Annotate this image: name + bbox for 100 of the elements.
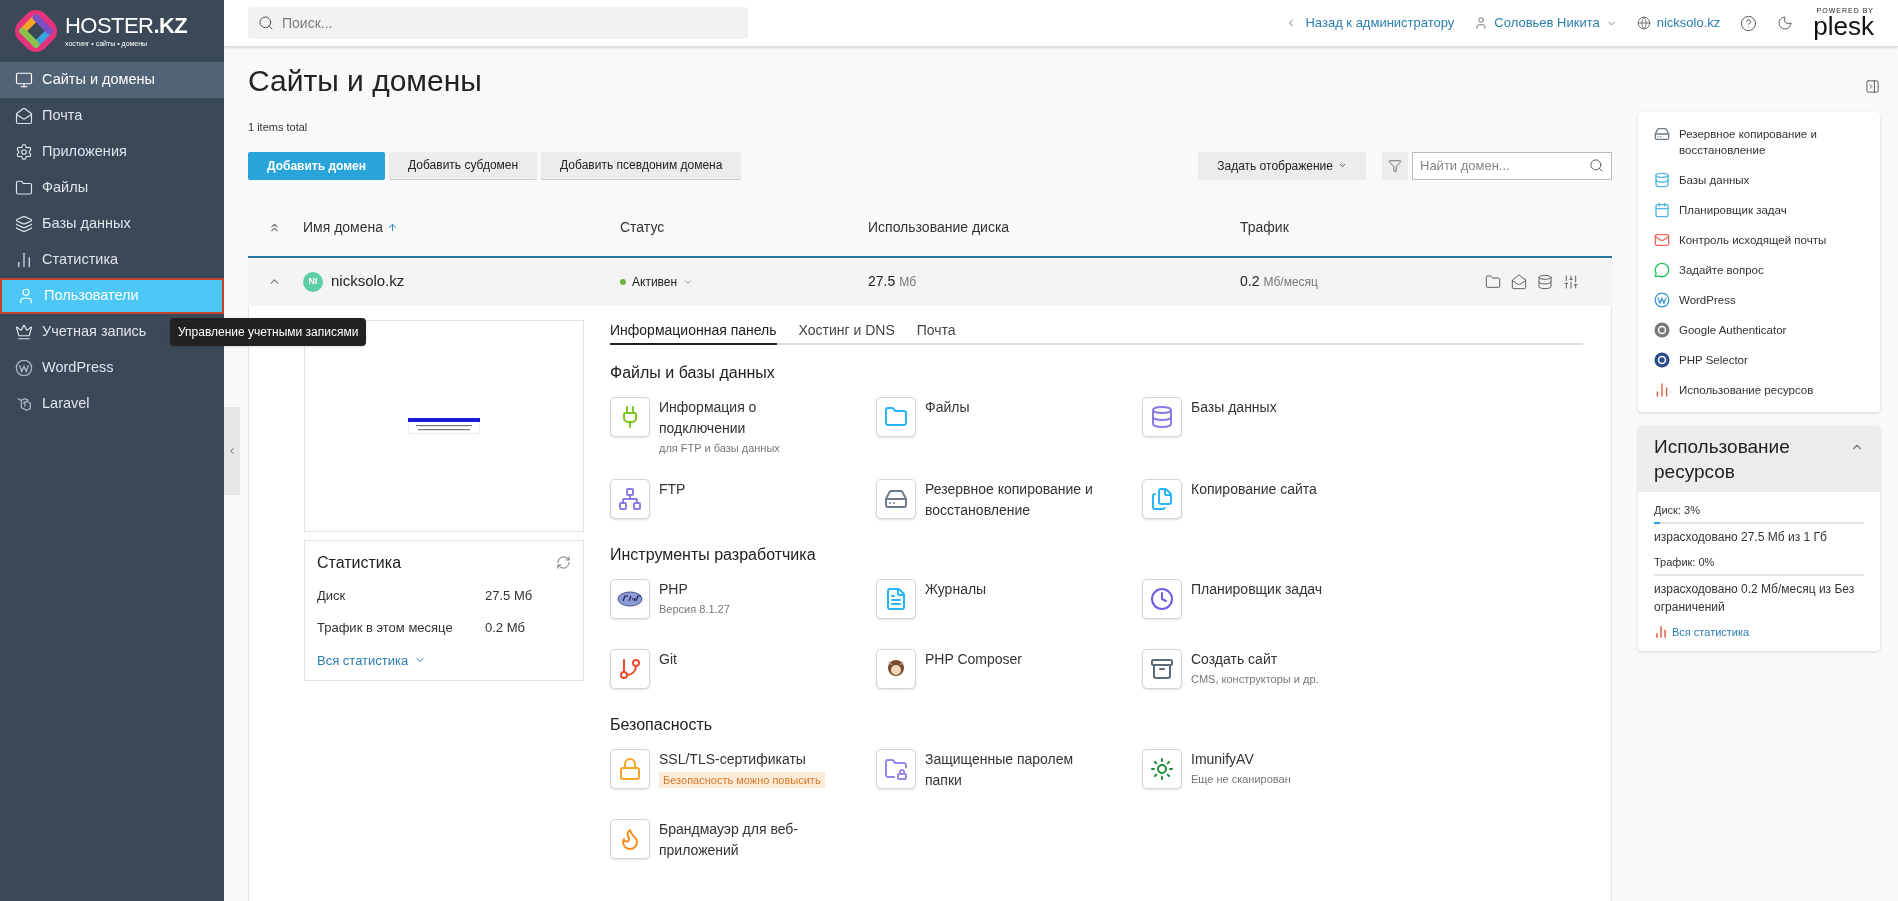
- folder-icon[interactable]: [1485, 273, 1501, 290]
- quick-link[interactable]: Задайте вопрос: [1679, 262, 1764, 278]
- tool-note: CMS, конструкторы и др.: [1191, 671, 1319, 687]
- tool-tile[interactable]: [610, 648, 650, 689]
- stat-value: 27.5 Мб: [485, 586, 533, 605]
- tool-link[interactable]: Брандмауэр для веб-приложений: [659, 818, 844, 861]
- tool-tile[interactable]: [876, 578, 916, 619]
- tooltip: Управление учетными записями: [170, 318, 367, 346]
- column-header[interactable]: Статус: [620, 217, 868, 238]
- moon-icon[interactable]: [1777, 15, 1794, 31]
- user-icon: [1474, 16, 1489, 30]
- sort-arrow-icon: [387, 222, 399, 233]
- quick-link[interactable]: Резервное копирование и восстановление: [1679, 126, 1864, 158]
- filter-button[interactable]: [1382, 151, 1408, 180]
- sidebar-item[interactable]: Учетная запись: [0, 314, 157, 350]
- quick-link[interactable]: WordPress: [1679, 292, 1736, 308]
- domain-search-field[interactable]: Найти домен...: [1420, 155, 1589, 176]
- tool-link[interactable]: Информация о подключении: [659, 396, 844, 439]
- sidebar-item[interactable]: Приложения: [0, 134, 137, 170]
- domain-link[interactable]: nicksolo.kz: [331, 270, 405, 293]
- tool-tile[interactable]: [876, 396, 916, 437]
- clock-icon: [1150, 586, 1174, 611]
- php-circle-icon: [1654, 352, 1670, 368]
- tab[interactable]: Почта: [916, 319, 956, 345]
- sidebar-item[interactable]: Сайты и домены: [0, 62, 224, 98]
- tool-link[interactable]: PHP Composer: [925, 648, 1022, 670]
- quick-link[interactable]: PHP Selector: [1679, 352, 1748, 368]
- calendar-icon: [1654, 202, 1670, 218]
- domain-search-box[interactable]: Найти домен...: [1412, 151, 1612, 180]
- refresh-icon[interactable]: [556, 555, 571, 570]
- card-title: Использование ресурсов: [1654, 435, 1791, 484]
- tool-tile[interactable]: [610, 478, 650, 519]
- tool-tile[interactable]: [1142, 748, 1182, 789]
- tool-link[interactable]: Копирование сайта: [1191, 478, 1317, 500]
- search-field[interactable]: Поиск...: [282, 12, 738, 34]
- quick-link[interactable]: Планировщик задач: [1679, 202, 1787, 218]
- sidebar-item[interactable]: Базы данных: [0, 206, 141, 242]
- quick-link[interactable]: Использование ресурсов: [1679, 382, 1814, 398]
- folder-icon: [15, 179, 33, 197]
- help-icon[interactable]: [1740, 14, 1758, 32]
- tool-tile[interactable]: [1142, 578, 1182, 619]
- tab[interactable]: Информационная панель: [610, 319, 777, 345]
- collapse-all-icon[interactable]: [268, 221, 281, 234]
- tool-tile[interactable]: [610, 396, 650, 437]
- toolbar-button[interactable]: Добавить субдомен: [389, 151, 538, 180]
- tool-link[interactable]: Планировщик задач: [1191, 578, 1323, 600]
- quick-link[interactable]: Контроль исходящей почты: [1679, 232, 1827, 248]
- sliders-icon[interactable]: [1563, 273, 1579, 290]
- tool-link[interactable]: Резервное копирование и восстановление: [925, 478, 1110, 521]
- quick-link[interactable]: Google Authenticator: [1679, 322, 1787, 338]
- unit-label: Мб/месяц: [1263, 274, 1318, 291]
- tool-link[interactable]: Файлы: [925, 396, 970, 418]
- tool-link[interactable]: Защищенные паролем папки: [925, 748, 1110, 791]
- tool-tile[interactable]: [876, 648, 916, 689]
- sidebar-item[interactable]: Статистика: [0, 242, 129, 278]
- database-icon: [1654, 172, 1670, 188]
- tool-link[interactable]: Создать сайт: [1191, 648, 1319, 670]
- column-header[interactable]: Использование диска: [868, 217, 1240, 238]
- tool-link[interactable]: Базы данных: [1191, 396, 1277, 418]
- tool-link[interactable]: FTP: [659, 478, 686, 500]
- tool-tile[interactable]: [1142, 478, 1182, 519]
- tool-tile[interactable]: [876, 478, 916, 519]
- sidebar-item[interactable]: Почта: [0, 98, 93, 134]
- all-statistics-link[interactable]: Вся статистика: [317, 650, 571, 670]
- sidebar-item[interactable]: WordPress: [0, 350, 124, 386]
- view-dropdown[interactable]: Задать отображение: [1198, 151, 1366, 180]
- tool-tile[interactable]: [610, 748, 650, 789]
- tool-tile[interactable]: [1142, 648, 1182, 689]
- database-icon[interactable]: [1537, 273, 1553, 290]
- tool-link[interactable]: SSL/TLS-сертификаты: [659, 748, 825, 770]
- sidebar-item[interactable]: Файлы: [0, 170, 99, 206]
- envelope-icon[interactable]: [1511, 273, 1527, 290]
- panel-toggle-icon[interactable]: [1865, 79, 1880, 94]
- quick-link[interactable]: Базы данных: [1679, 172, 1750, 188]
- tool-link[interactable]: Git: [659, 648, 677, 670]
- tool-tile[interactable]: [610, 818, 650, 859]
- filter-icon: [1388, 158, 1402, 173]
- tool-link[interactable]: ImunifyAV: [1191, 748, 1291, 770]
- tool-tile[interactable]: [876, 748, 916, 789]
- monitor-icon: [15, 71, 33, 89]
- user-menu[interactable]: Соловьев Никита: [1474, 13, 1617, 33]
- folder-lock-icon: [884, 756, 908, 781]
- tool-tile[interactable]: [1142, 396, 1182, 437]
- back-link[interactable]: Назад к администратору: [1285, 13, 1455, 33]
- sidebar-item[interactable]: Laravel: [0, 386, 100, 422]
- column-header[interactable]: Трафик: [1240, 217, 1440, 238]
- stat-label: Диск: [317, 586, 347, 605]
- tab[interactable]: Хостинг и DNS: [798, 319, 895, 345]
- stat-value: 0.2 Мб: [485, 618, 525, 637]
- toolbar-button[interactable]: Добавить псевдоним домена: [541, 151, 742, 180]
- all-statistics-link[interactable]: Вся статистика: [1654, 624, 1864, 641]
- tool-link[interactable]: Журналы: [925, 578, 987, 600]
- status-dropdown[interactable]: Активен: [620, 272, 868, 291]
- tool-link[interactable]: PHP: [659, 578, 730, 600]
- chevron-left-icon: [227, 445, 237, 456]
- search-box[interactable]: Поиск...: [248, 7, 748, 39]
- tool-tile[interactable]: [610, 578, 650, 619]
- sidebar-collapse-handle[interactable]: [224, 406, 240, 495]
- domain-link[interactable]: nicksolo.kz: [1636, 13, 1721, 33]
- column-header[interactable]: Имя домена: [303, 217, 620, 238]
